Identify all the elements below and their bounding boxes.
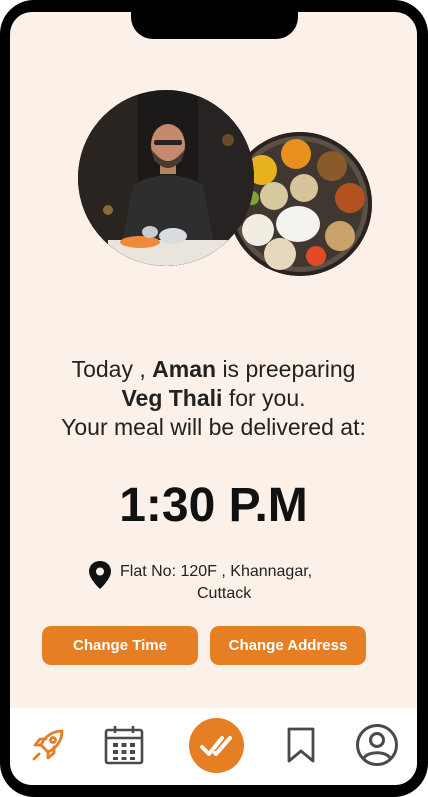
rocket-icon[interactable] — [25, 722, 71, 768]
message-suffix: is preeparing — [222, 356, 356, 382]
calendar-icon[interactable] — [101, 722, 147, 768]
delivery-time: 1:30 P.M — [119, 479, 308, 532]
notch — [131, 0, 298, 39]
address-line-1: Flat No: 120F , Khannagar, — [120, 563, 313, 580]
message-for-you: for you. — [228, 385, 306, 411]
profile-icon[interactable] — [354, 722, 400, 768]
address-line-2: Cuttack — [197, 585, 252, 602]
change-address-button[interactable]: Change Address — [210, 626, 366, 665]
message-prefix: Today , — [71, 356, 146, 382]
bookmark-icon[interactable] — [278, 722, 324, 768]
bottom-nav — [10, 708, 417, 785]
change-time-button[interactable]: Change Time — [42, 626, 198, 665]
double-check-icon[interactable] — [189, 718, 244, 773]
dish-name: Veg Thali — [121, 385, 223, 411]
message-line-2: Veg Thali for you. — [10, 385, 417, 412]
chef-name: Aman — [152, 356, 217, 382]
phone-frame: Today , Aman is preeparing Veg Thali for… — [0, 0, 428, 797]
screen: Today , Aman is preeparing Veg Thali for… — [10, 12, 417, 785]
message-line-1: Today , Aman is preeparing — [10, 356, 417, 383]
chef-photo — [78, 90, 254, 266]
location-pin-icon — [88, 561, 112, 589]
message-line-3: Your meal will be delivered at: — [61, 414, 366, 440]
